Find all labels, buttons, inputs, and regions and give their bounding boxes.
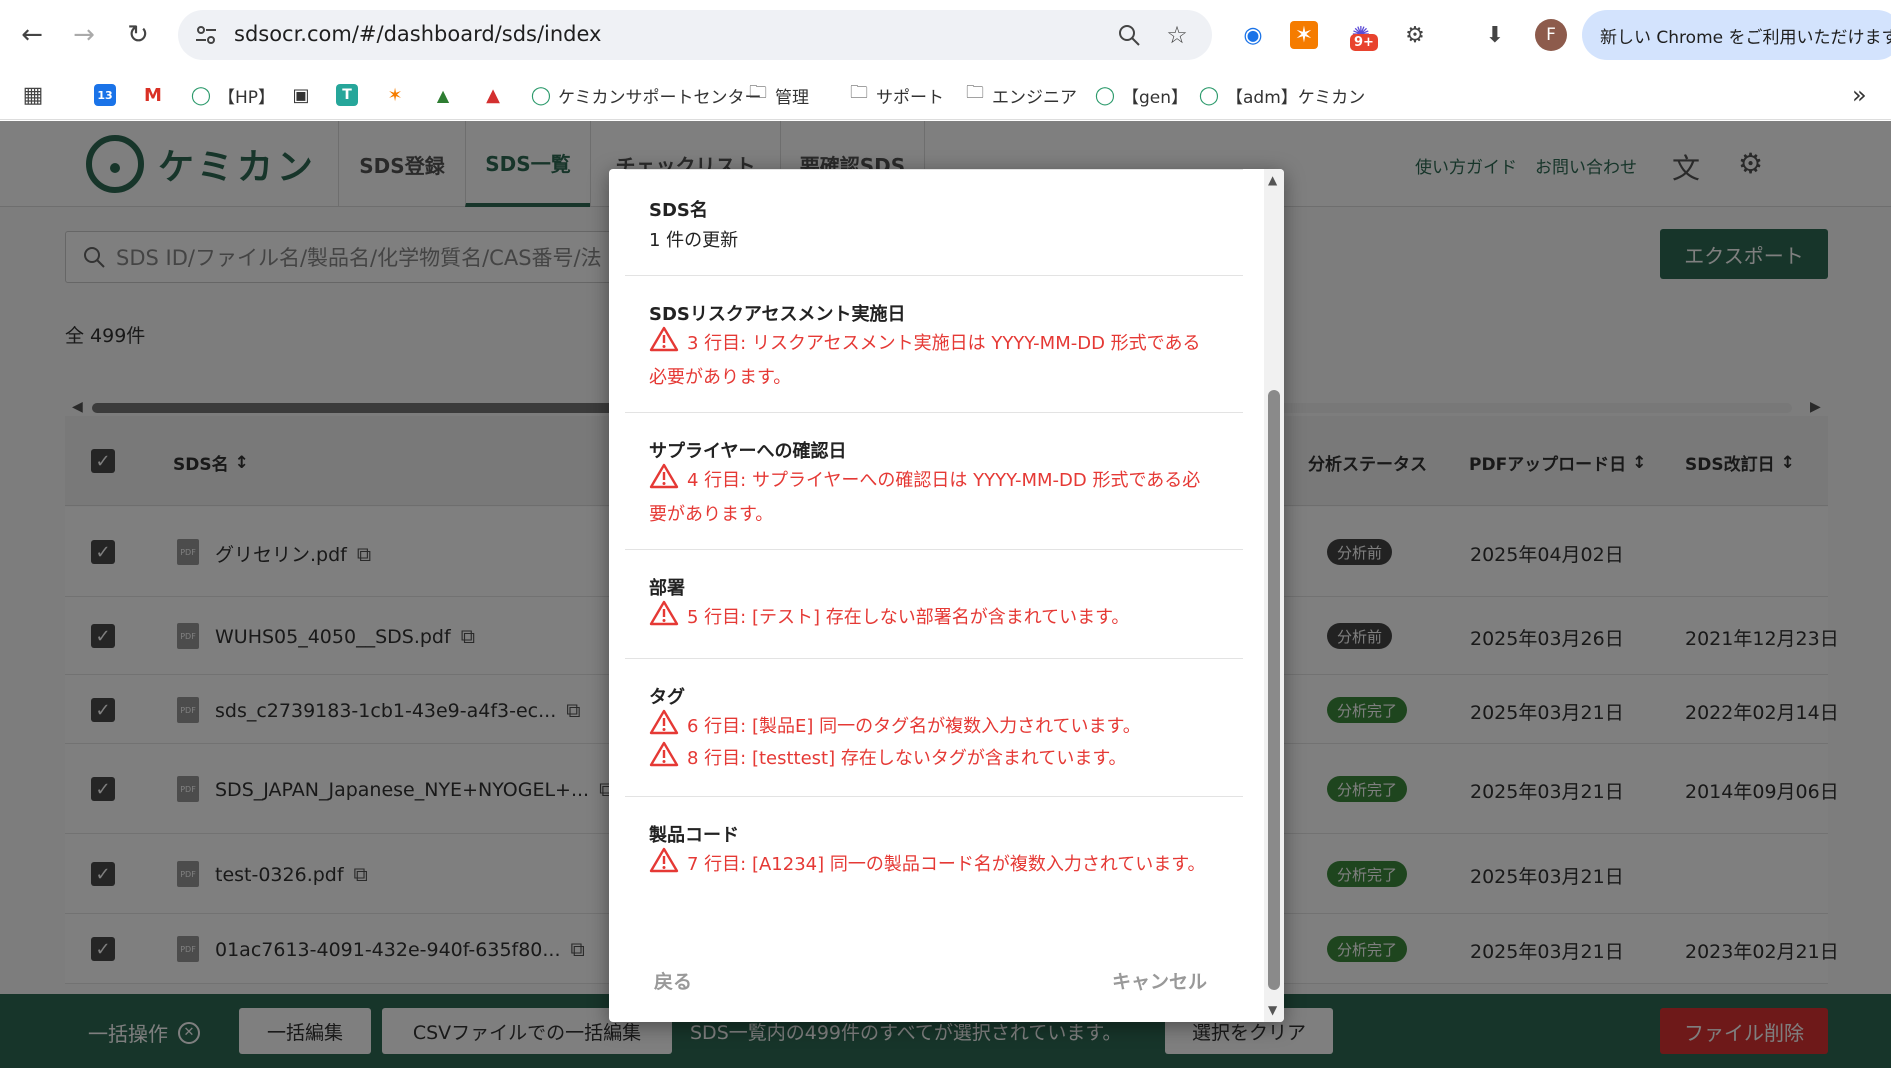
bookmark-item[interactable]: 13: [94, 80, 116, 110]
forward-arrow-icon[interactable]: →: [64, 15, 104, 55]
bookmark-label: エンジニア: [992, 87, 1077, 108]
scroll-down-icon[interactable]: ▼: [1268, 1003, 1277, 1017]
error-section: 部署 5 行目: [テスト] 存在しない部署名が含まれています。: [625, 550, 1243, 659]
cancel-button[interactable]: キャンセル: [1112, 967, 1207, 994]
bookmark-item[interactable]: ▣: [290, 80, 312, 110]
shield-icon: ▣: [292, 84, 310, 106]
bookmarks-bar: ▦ 13 M ◯ 【HP】 ▣ T ✶ ▲ ▲ ◯ ケミカンサポートセンター 🗀 管理 🗀 サポート 🗀 エンジニ…: [0, 70, 1891, 120]
browser-toolbar: ← → ↻ sdsocr.com/#/dashboard/sds/index ☆…: [0, 0, 1891, 70]
bookmark-item[interactable]: ◯ 【gen】: [1094, 80, 1188, 110]
error-section: 製品コード 7 行目: [A1234] 同一の製品コード名が複数入力されています。: [625, 797, 1243, 921]
bookmark-item[interactable]: ◯ 【HP】: [190, 80, 275, 110]
error-section: SDS名 1 件の更新: [625, 169, 1243, 276]
folder-icon: 🗀: [966, 82, 984, 103]
bookmark-item[interactable]: 🗀 エンジニア: [964, 80, 1077, 110]
site-settings-icon[interactable]: [194, 23, 218, 47]
zoom-icon[interactable]: [1114, 20, 1144, 50]
warning-icon: [649, 847, 679, 883]
section-summary: 1 件の更新: [649, 230, 739, 251]
section-title: 部署: [649, 578, 685, 599]
back-arrow-icon[interactable]: ←: [12, 15, 52, 55]
extensions-puzzle-icon[interactable]: ⚙: [1398, 18, 1432, 52]
bookmark-item[interactable]: ▲: [432, 80, 454, 110]
section-title: SDSリスクアセスメント実施日: [649, 304, 906, 325]
error-section: サプライヤーへの確認日 4 行目: サプライヤーへの確認日は YYYY-MM-DD…: [625, 413, 1243, 550]
scroll-up-icon[interactable]: ▲: [1268, 173, 1277, 187]
address-bar[interactable]: sdsocr.com/#/dashboard/sds/index ☆: [178, 10, 1212, 60]
error-message: 5 行目: [テスト] 存在しない部署名が含まれています。: [649, 600, 1209, 636]
hubspot-extension-icon[interactable]: ✶: [1290, 21, 1318, 49]
bookmark-item[interactable]: ✶: [384, 80, 406, 110]
bookmark-item[interactable]: ◯ ケミカンサポートセンター: [530, 80, 762, 110]
t-icon: T: [336, 84, 358, 106]
chemikan-icon: ◯: [530, 84, 552, 106]
chrome-update-promo[interactable]: 新しい Chrome をご利用いただけます: [1582, 10, 1891, 60]
bookmark-item[interactable]: T: [336, 80, 358, 110]
warning-icon: [649, 326, 679, 362]
bookmark-item[interactable]: 🗀 管理: [747, 80, 809, 110]
error-section: タグ 6 行目: [製品E] 同一のタグ名が複数入力されています。 8 行目: [t…: [625, 659, 1243, 797]
bookmark-label: サポート: [876, 87, 944, 108]
section-title: タグ: [649, 687, 685, 708]
section-title: サプライヤーへの確認日: [649, 441, 847, 462]
chemikan-icon: ◯: [1198, 84, 1220, 106]
bookmarks-overflow-icon[interactable]: »: [1852, 80, 1867, 110]
url-text[interactable]: sdsocr.com/#/dashboard/sds/index: [234, 22, 602, 46]
modal-footer: 戻る キャンセル: [609, 921, 1259, 1022]
folder-icon: 🗀: [850, 82, 868, 103]
chemikan-icon: ◯: [1094, 84, 1116, 106]
mountain-icon: ▲: [486, 84, 500, 106]
folder-icon: 🗀: [749, 82, 767, 103]
warning-icon: [649, 463, 679, 499]
bookmark-item[interactable]: ▲: [482, 80, 504, 110]
bookmark-label: 【HP】: [218, 87, 276, 108]
download-icon[interactable]: ⬇: [1478, 18, 1512, 52]
section-title: SDS名: [649, 200, 708, 221]
chemikan-icon: ◯: [190, 84, 212, 106]
modal-vertical-scrollbar[interactable]: ▲ ▼: [1264, 169, 1284, 1022]
bookmark-item[interactable]: 🗀 サポート: [848, 80, 944, 110]
bookmark-label: 【adm】ケミカン: [1226, 87, 1366, 108]
modal-content: SDS名 1 件の更新 SDSリスクアセスメント実施日 3 行目: リスクアセスメント…: [609, 169, 1259, 921]
warning-icon: [649, 709, 679, 745]
bookmark-item[interactable]: ◯ 【adm】ケミカン: [1198, 80, 1365, 110]
extension-badge: 9+: [1350, 34, 1378, 51]
bookmark-item[interactable]: M: [142, 80, 164, 110]
zendesk-icon: ▲: [436, 85, 450, 105]
hubspot-icon: ✶: [387, 84, 403, 106]
bookmark-item[interactable]: ▦: [22, 80, 44, 110]
error-message: 6 行目: [製品E] 同一のタグ名が複数入力されています。: [649, 709, 1209, 745]
calendar-icon: 13: [94, 84, 116, 106]
profile-avatar[interactable]: F: [1535, 19, 1567, 51]
error-section: SDSリスクアセスメント実施日 3 行目: リスクアセスメント実施日は YYYY-…: [625, 276, 1243, 413]
error-message: 3 行目: リスクアセスメント実施日は YYYY-MM-DD 形式である必要があ…: [649, 326, 1209, 393]
warning-icon: [649, 741, 679, 777]
apps-grid-icon: ▦: [22, 82, 44, 108]
bookmark-label: 管理: [775, 87, 809, 108]
gmail-icon: M: [144, 84, 162, 106]
error-message: 4 行目: サプライヤーへの確認日は YYYY-MM-DD 形式である必要があり…: [649, 463, 1209, 530]
error-message: 7 行目: [A1234] 同一の製品コード名が複数入力されています。: [649, 847, 1209, 883]
bookmark-label: 【gen】: [1122, 87, 1189, 108]
warning-icon: [649, 600, 679, 636]
back-button[interactable]: 戻る: [654, 967, 692, 994]
bookmark-label: ケミカンサポートセンター: [558, 87, 762, 108]
bookmark-star-icon[interactable]: ☆: [1162, 20, 1192, 50]
password-manager-icon[interactable]: ◉: [1236, 18, 1270, 52]
section-title: 製品コード: [649, 825, 739, 846]
modal-scroll-thumb[interactable]: [1268, 390, 1280, 990]
reload-icon[interactable]: ↻: [118, 15, 158, 55]
error-message: 8 行目: [testtest] 存在しないタグが含まれています。: [649, 741, 1209, 777]
validation-error-modal: SDS名 1 件の更新 SDSリスクアセスメント実施日 3 行目: リスクアセスメント…: [609, 169, 1284, 1022]
